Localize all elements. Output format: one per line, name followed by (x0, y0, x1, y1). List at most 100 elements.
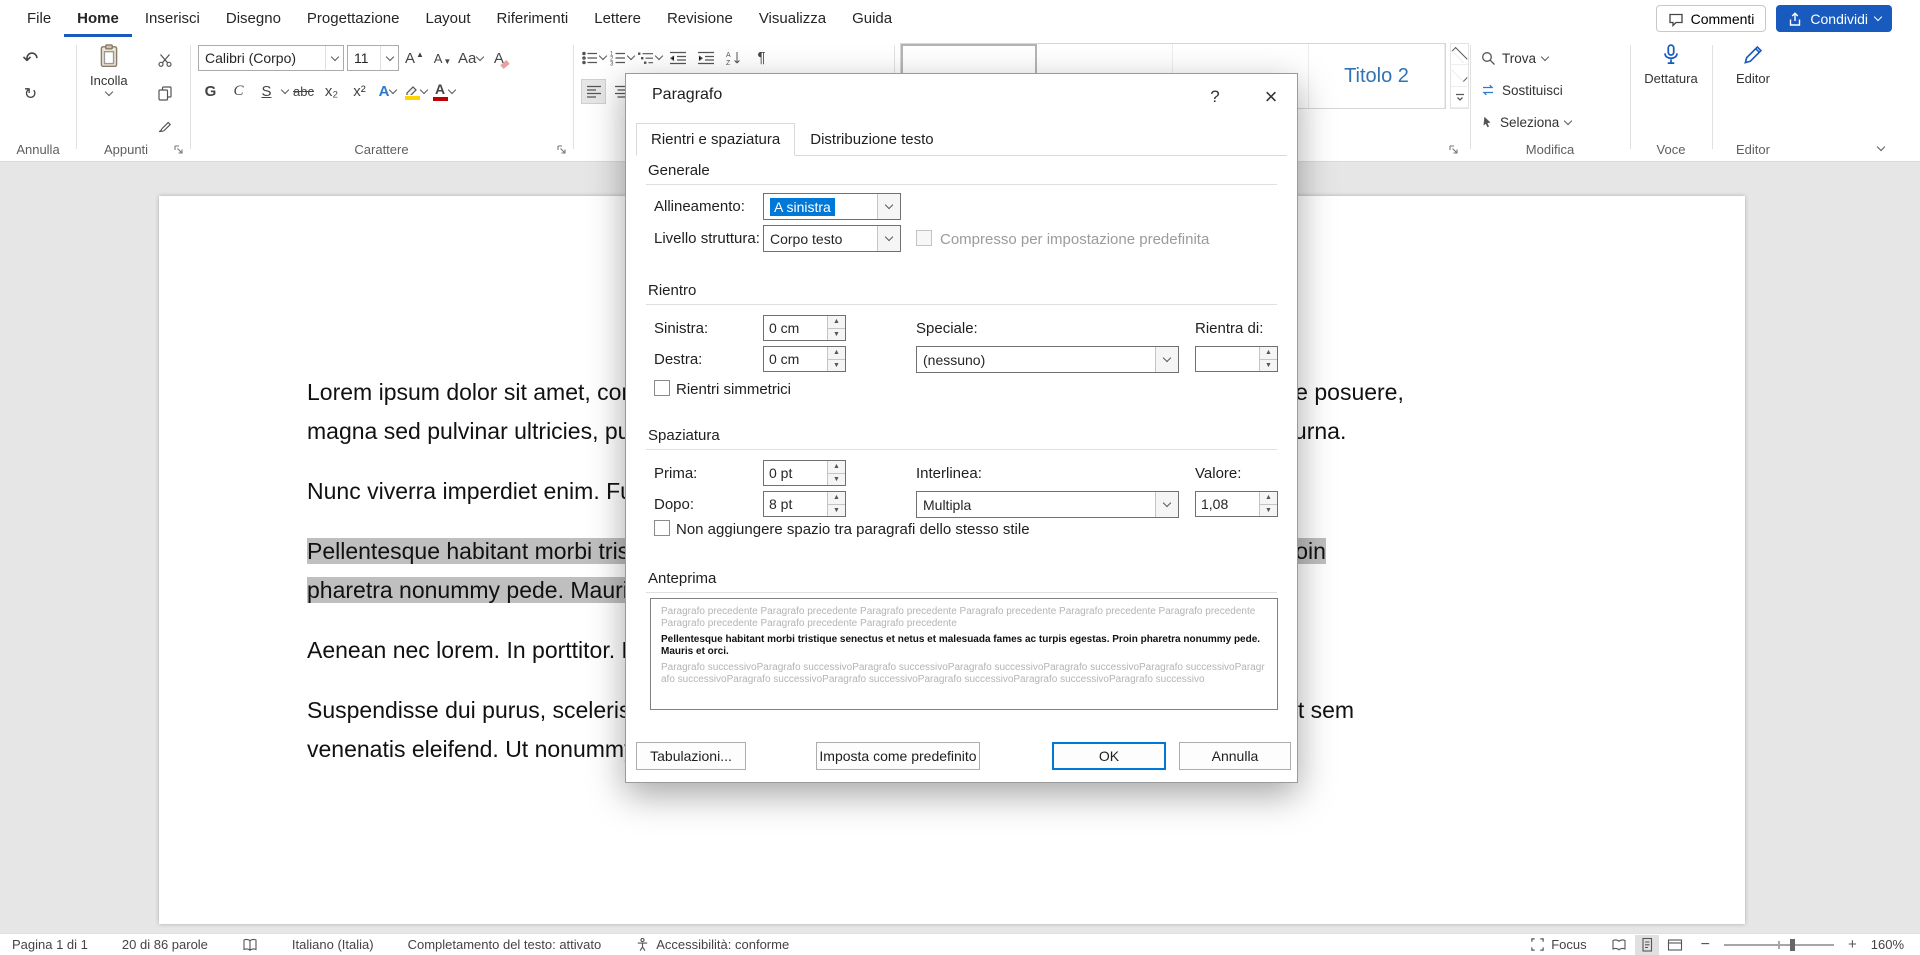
menu-progettazione[interactable]: Progettazione (294, 0, 413, 37)
superscript-button[interactable]: x² (347, 79, 372, 104)
tabulazioni-button[interactable]: Tabulazioni... (636, 742, 746, 770)
format-painter-button[interactable] (152, 113, 177, 138)
strikethrough-button[interactable]: abc (291, 79, 316, 104)
dictate-button[interactable]: Dettatura (1638, 43, 1704, 86)
underline-button[interactable]: S (254, 79, 279, 104)
comments-button[interactable]: Commenti (1656, 5, 1767, 32)
chevron-down-icon[interactable] (1155, 492, 1178, 517)
sinistra-spinner[interactable]: 0 cm ▲▼ (763, 315, 846, 341)
gallery-down-button[interactable] (1451, 65, 1468, 86)
copy-button[interactable] (152, 80, 177, 105)
bold-button[interactable]: G (198, 79, 223, 104)
sort-button[interactable]: AZ (721, 45, 746, 70)
annulla-button[interactable]: Annulla (1179, 742, 1291, 770)
shrink-font-button[interactable]: A▼ (430, 46, 455, 71)
spinner-down-icon[interactable]: ▼ (1260, 505, 1277, 517)
menu-visualizza[interactable]: Visualizza (746, 0, 839, 37)
font-color-button[interactable]: A (431, 79, 456, 104)
font-size-combobox[interactable]: 11 (347, 45, 399, 71)
menu-disegno[interactable]: Disegno (213, 0, 294, 37)
share-button[interactable]: Condividi (1776, 5, 1892, 32)
zoom-slider-thumb[interactable] (1790, 939, 1795, 951)
tab-distribuzione-testo[interactable]: Distribuzione testo (795, 123, 948, 156)
allineamento-combobox[interactable]: A sinistra (763, 193, 901, 220)
dopo-spinner[interactable]: 8 pt ▲▼ (763, 491, 846, 517)
editor-button[interactable]: Editor (1720, 43, 1786, 86)
menu-home[interactable]: Home (64, 0, 132, 37)
zoom-level[interactable]: 160% (1871, 937, 1904, 952)
font-name-combobox[interactable]: Calibri (Corpo) (198, 45, 344, 71)
accessibility-indicator[interactable]: Accessibilità: conforme (635, 937, 789, 952)
dialog-close-button[interactable]: × (1253, 81, 1289, 112)
zoom-out-button[interactable]: − (1701, 936, 1710, 954)
decrease-indent-button[interactable] (665, 45, 690, 70)
show-formatting-marks-button[interactable]: ¶ (749, 45, 774, 70)
word-count[interactable]: 20 di 86 parole (122, 937, 208, 952)
stili-dialog-launcher[interactable] (1447, 143, 1460, 156)
spinner-up-icon[interactable]: ▲ (828, 316, 845, 329)
highlight-color-button[interactable] (403, 79, 428, 104)
text-effects-button[interactable]: A (375, 79, 400, 104)
read-mode-button[interactable] (1607, 935, 1631, 955)
spinner-up-icon[interactable]: ▲ (828, 461, 845, 474)
multilevel-list-button[interactable] (637, 45, 662, 70)
increase-indent-button[interactable] (693, 45, 718, 70)
language-indicator[interactable]: Italiano (Italia) (292, 937, 374, 952)
paste-button[interactable]: Incolla (90, 43, 128, 95)
chevron-down-icon[interactable] (1155, 347, 1178, 372)
page-indicator[interactable]: Pagina 1 di 1 (12, 937, 88, 952)
menu-lettere[interactable]: Lettere (581, 0, 654, 37)
grow-font-button[interactable]: A▲ (402, 46, 427, 71)
subscript-button[interactable]: x₂ (319, 79, 344, 104)
spinner-down-icon[interactable]: ▼ (828, 360, 845, 372)
gallery-up-button[interactable] (1451, 44, 1468, 65)
menu-guida[interactable]: Guida (839, 0, 905, 37)
valore-spinner[interactable]: 1,08 ▲▼ (1195, 491, 1278, 517)
change-case-button[interactable]: Aa (458, 46, 483, 71)
select-button[interactable]: Seleziona (1480, 109, 1571, 135)
replace-button[interactable]: Sostituisci (1480, 77, 1563, 103)
interlinea-combobox[interactable]: Multipla (916, 491, 1179, 518)
menu-layout[interactable]: Layout (413, 0, 484, 37)
dialog-help-button[interactable]: ? (1197, 81, 1233, 112)
print-layout-button[interactable] (1635, 935, 1659, 955)
menu-revisione[interactable]: Revisione (654, 0, 746, 37)
text-completion-indicator[interactable]: Completamento del testo: attivato (408, 937, 602, 952)
find-button[interactable]: Trova (1480, 45, 1548, 71)
chevron-down-icon[interactable] (281, 86, 289, 94)
ok-button[interactable]: OK (1052, 742, 1166, 770)
gallery-more-button[interactable] (1451, 87, 1468, 108)
undo-button[interactable]: ↶ (18, 47, 43, 72)
cut-button[interactable] (152, 47, 177, 72)
web-layout-button[interactable] (1663, 935, 1687, 955)
rientra-di-spinner[interactable]: ▲▼ (1195, 346, 1278, 372)
menu-riferimenti[interactable]: Riferimenti (484, 0, 582, 37)
style-tile-titolo2[interactable]: Titolo 2 (1309, 44, 1445, 108)
menu-inserisci[interactable]: Inserisci (132, 0, 213, 37)
spinner-down-icon[interactable]: ▼ (828, 474, 845, 486)
spinner-up-icon[interactable]: ▲ (828, 347, 845, 360)
collapse-ribbon-button[interactable] (1878, 137, 1884, 155)
destra-spinner[interactable]: 0 cm ▲▼ (763, 346, 846, 372)
non-aggiungere-spazio-checkbox[interactable] (654, 520, 670, 536)
speciale-combobox[interactable]: (nessuno) (916, 346, 1179, 373)
rientri-simmetrici-checkbox[interactable] (654, 380, 670, 396)
appunti-dialog-launcher[interactable] (172, 143, 185, 156)
redo-button[interactable]: ↻ (18, 81, 43, 106)
italic-button[interactable]: C (226, 79, 251, 104)
spinner-down-icon[interactable]: ▼ (828, 329, 845, 341)
chevron-down-icon[interactable] (877, 226, 900, 251)
numbered-list-button[interactable]: 123 (609, 45, 634, 70)
menu-file[interactable]: File (14, 0, 64, 37)
align-left-button[interactable] (581, 79, 606, 104)
spinner-down-icon[interactable]: ▼ (1260, 360, 1277, 372)
clear-formatting-button[interactable]: A (486, 46, 511, 71)
spinner-down-icon[interactable]: ▼ (828, 505, 845, 517)
spinner-up-icon[interactable]: ▲ (1260, 492, 1277, 505)
tab-rientri-e-spaziatura[interactable]: Rientri e spaziatura (636, 123, 795, 156)
spinner-up-icon[interactable]: ▲ (828, 492, 845, 505)
livello-struttura-combobox[interactable]: Corpo testo (763, 225, 901, 252)
zoom-slider[interactable] (1724, 935, 1834, 955)
proofing-status[interactable] (242, 937, 258, 952)
spinner-up-icon[interactable]: ▲ (1260, 347, 1277, 360)
